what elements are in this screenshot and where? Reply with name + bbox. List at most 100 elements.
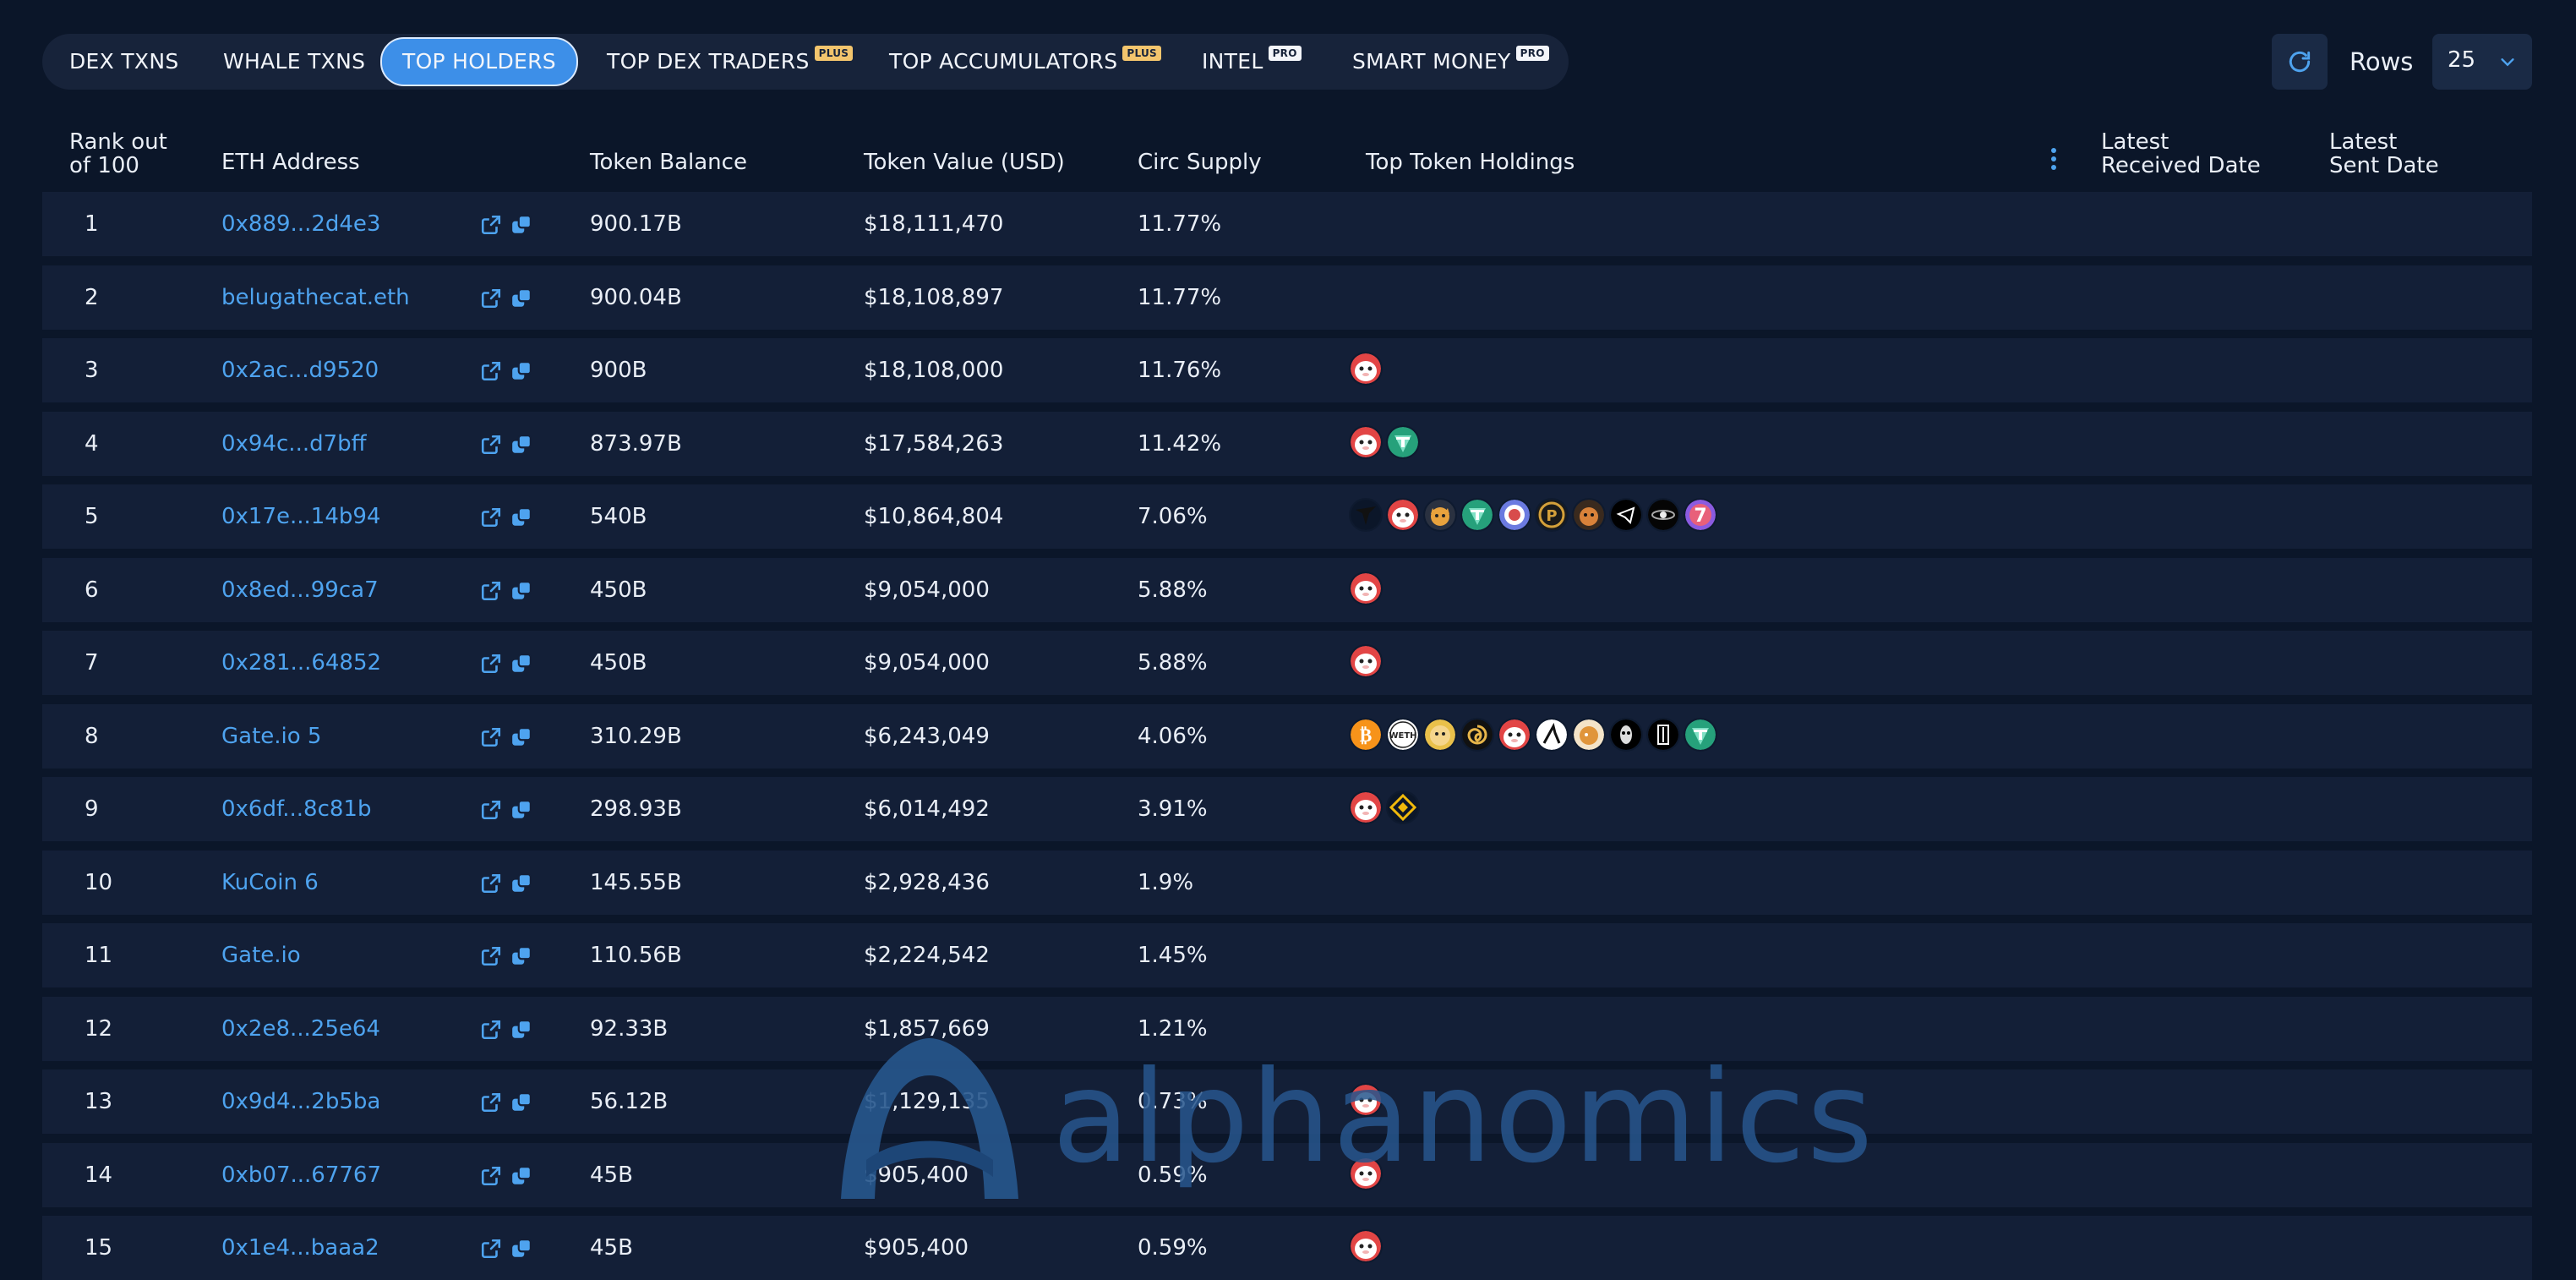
- tab-smart-money[interactable]: SMART MONEY PRO: [1352, 34, 1549, 90]
- column-menu-icon[interactable]: [2049, 142, 2059, 176]
- column-header-rank[interactable]: Rank out of 100: [69, 130, 167, 178]
- address-link[interactable]: Gate.io: [221, 923, 301, 987]
- tab-whale-txns[interactable]: WHALE TXNS: [223, 34, 365, 90]
- copy-icon[interactable]: [510, 726, 532, 748]
- table-row[interactable]: 5 0x17e...14b94 540B $10,864,804 7.06% P 7: [42, 484, 2532, 549]
- bnb-token-icon[interactable]: [1386, 790, 1420, 824]
- tether-token-icon[interactable]: [1460, 498, 1494, 532]
- table-row[interactable]: 12 0x2e8...25e64 92.33B $1,857,669 1.21%: [42, 996, 2532, 1061]
- beluga-token-icon[interactable]: [1349, 1229, 1383, 1263]
- telegram-token-icon[interactable]: [1609, 498, 1643, 532]
- tab-top-holders[interactable]: TOP HOLDERS: [380, 37, 578, 86]
- address-link[interactable]: 0x2e8...25e64: [221, 997, 380, 1061]
- table-row[interactable]: 3 0x2ac...d9520 900B $18,108,000 11.76%: [42, 338, 2532, 402]
- table-row[interactable]: 14 0xb07...67767 45B $905,400 0.59%: [42, 1142, 2532, 1207]
- column-header-address[interactable]: ETH Address: [221, 150, 360, 174]
- arrow-token-icon[interactable]: [1535, 717, 1569, 752]
- orb-token-icon[interactable]: [1646, 498, 1680, 532]
- beluga-token-icon[interactable]: [1349, 424, 1383, 459]
- beluga-token-icon[interactable]: [1498, 717, 1531, 752]
- external-link-icon[interactable]: [480, 1238, 502, 1260]
- floki-token-icon[interactable]: [1572, 717, 1606, 752]
- column-header-sent[interactable]: Latest Sent Date: [2329, 130, 2439, 178]
- copy-icon[interactable]: [510, 1238, 532, 1260]
- external-link-icon[interactable]: [480, 1019, 502, 1041]
- rows-per-page-select[interactable]: 25: [2432, 34, 2532, 90]
- copy-icon[interactable]: [510, 580, 532, 602]
- beluga-token-icon[interactable]: [1349, 571, 1383, 605]
- dog-token-icon[interactable]: [1572, 498, 1606, 532]
- bitcoin-token-icon[interactable]: ₿: [1349, 717, 1383, 752]
- refresh-button[interactable]: [2272, 34, 2328, 90]
- external-link-icon[interactable]: [480, 506, 502, 528]
- pcoin-token-icon[interactable]: P: [1535, 498, 1569, 532]
- copy-icon[interactable]: [510, 1019, 532, 1041]
- address-link[interactable]: 0x6df...8c81b: [221, 777, 371, 841]
- address-link[interactable]: 0x1e4...baaa2: [221, 1216, 379, 1280]
- address-link[interactable]: 0x9d4...2b5ba: [221, 1069, 380, 1134]
- column-header-received[interactable]: Latest Received Date: [2101, 130, 2261, 178]
- address-link[interactable]: 0x889...2d4e3: [221, 192, 380, 256]
- external-link-icon[interactable]: [480, 1165, 502, 1187]
- table-row[interactable]: 2 belugathecat.eth 900.04B $18,108,897 11.77…: [42, 265, 2532, 330]
- column-header-value[interactable]: Token Value (USD): [864, 150, 1065, 174]
- copy-icon[interactable]: [510, 872, 532, 894]
- copy-icon[interactable]: [510, 799, 532, 821]
- copy-icon[interactable]: [510, 434, 532, 456]
- external-link-icon[interactable]: [480, 872, 502, 894]
- table-row[interactable]: 7 0x281...64852 450B $9,054,000 5.88%: [42, 631, 2532, 695]
- table-row[interactable]: 13 0x9d4...2b5ba 56.12B $1,129,135 0.73%: [42, 1069, 2532, 1134]
- address-link[interactable]: 0x281...64852: [221, 631, 381, 695]
- copy-icon[interactable]: [510, 653, 532, 675]
- dark-token-icon[interactable]: [1349, 498, 1383, 532]
- address-link[interactable]: Gate.io 5: [221, 704, 321, 769]
- table-row[interactable]: 10 KuCoin 6 145.55B $2,928,436 1.9%: [42, 850, 2532, 915]
- tether-token-icon[interactable]: [1684, 717, 1717, 752]
- external-link-icon[interactable]: [480, 434, 502, 456]
- beluga-token-icon[interactable]: [1349, 644, 1383, 678]
- beluga-token-icon[interactable]: [1349, 790, 1383, 824]
- table-row[interactable]: 11 Gate.io 110.56B $2,224,542 1.45%: [42, 923, 2532, 987]
- copy-icon[interactable]: [510, 214, 532, 236]
- external-link-icon[interactable]: [480, 214, 502, 236]
- copy-icon[interactable]: [510, 360, 532, 382]
- external-link-icon[interactable]: [480, 945, 502, 967]
- shiba-token-icon[interactable]: [1423, 498, 1457, 532]
- beluga-token-icon[interactable]: [1349, 352, 1383, 386]
- external-link-icon[interactable]: [480, 799, 502, 821]
- tab-top-dex-traders[interactable]: TOP DEX TRADERS PLUS: [607, 34, 854, 90]
- external-link-icon[interactable]: [480, 1091, 502, 1113]
- spiral-token-icon[interactable]: [1460, 717, 1494, 752]
- bird-token-icon[interactable]: [1498, 498, 1531, 532]
- beluga-token-icon[interactable]: [1386, 498, 1420, 532]
- pillar-token-icon[interactable]: [1646, 717, 1680, 752]
- external-link-icon[interactable]: [480, 726, 502, 748]
- copy-icon[interactable]: [510, 1165, 532, 1187]
- external-link-icon[interactable]: [480, 580, 502, 602]
- copy-icon[interactable]: [510, 287, 532, 309]
- seven-token-icon[interactable]: 7: [1684, 498, 1717, 532]
- address-link[interactable]: belugathecat.eth: [221, 265, 410, 330]
- beluga-token-icon[interactable]: [1349, 1083, 1383, 1117]
- external-link-icon[interactable]: [480, 360, 502, 382]
- table-row[interactable]: 1 0x889...2d4e3 900.17B $18,111,470 11.77%: [42, 192, 2532, 256]
- address-link[interactable]: 0x2ac...d9520: [221, 338, 379, 402]
- tab-dex-txns[interactable]: DEX TXNS: [69, 34, 179, 90]
- tether-token-icon[interactable]: [1386, 424, 1420, 459]
- column-header-balance[interactable]: Token Balance: [590, 150, 747, 174]
- copy-icon[interactable]: [510, 506, 532, 528]
- table-row[interactable]: 9 0x6df...8c81b 298.93B $6,014,492 3.91%: [42, 777, 2532, 841]
- tab-intel[interactable]: INTEL PRO: [1202, 34, 1302, 90]
- external-link-icon[interactable]: [480, 287, 502, 309]
- table-row[interactable]: 6 0x8ed...99ca7 450B $9,054,000 5.88%: [42, 557, 2532, 622]
- table-row[interactable]: 4 0x94c...d7bff 873.97B $17,584,263 11.42%: [42, 411, 2532, 476]
- address-link[interactable]: 0x17e...14b94: [221, 484, 380, 549]
- doge-token-icon[interactable]: [1423, 717, 1457, 752]
- copy-icon[interactable]: [510, 1091, 532, 1113]
- address-link[interactable]: 0xb07...67767: [221, 1143, 381, 1207]
- column-header-supply[interactable]: Circ Supply: [1138, 150, 1262, 174]
- tab-top-accumulators[interactable]: TOP ACCUMULATORS PLUS: [889, 34, 1161, 90]
- address-link[interactable]: 0x8ed...99ca7: [221, 558, 379, 622]
- address-link[interactable]: 0x94c...d7bff: [221, 412, 367, 476]
- address-link[interactable]: KuCoin 6: [221, 851, 319, 915]
